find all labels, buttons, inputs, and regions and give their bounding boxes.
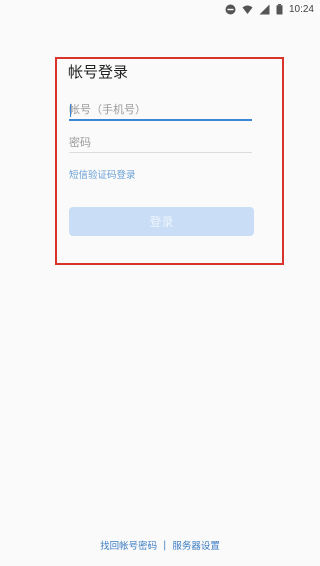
login-button[interactable]: 登录 <box>69 207 254 236</box>
status-time: 10:24 <box>288 3 314 15</box>
footer-separator: | <box>163 539 167 551</box>
password-field-wrapper <box>69 131 252 153</box>
status-bar: 10:24 <box>0 0 320 18</box>
login-screen: 10:24 帐号登录 短信验证码登录 登录 找回帐号密码 | 服务器设置 <box>0 0 320 566</box>
retrieve-password-link[interactable]: 找回帐号密码 <box>100 538 157 552</box>
page-title: 帐号登录 <box>68 63 129 81</box>
account-input[interactable] <box>69 103 252 119</box>
server-settings-link[interactable]: 服务器设置 <box>172 538 220 552</box>
do-not-disturb-icon <box>225 4 236 15</box>
text-cursor <box>70 104 71 117</box>
sms-login-link[interactable]: 短信验证码登录 <box>69 167 136 181</box>
signal-icon <box>259 4 270 15</box>
password-input[interactable] <box>69 136 252 152</box>
footer-links: 找回帐号密码 | 服务器设置 <box>0 537 320 553</box>
account-field-wrapper <box>69 99 252 121</box>
wifi-icon <box>242 4 253 15</box>
login-panel: 帐号登录 短信验证码登录 登录 <box>55 57 284 265</box>
battery-icon <box>276 3 283 15</box>
